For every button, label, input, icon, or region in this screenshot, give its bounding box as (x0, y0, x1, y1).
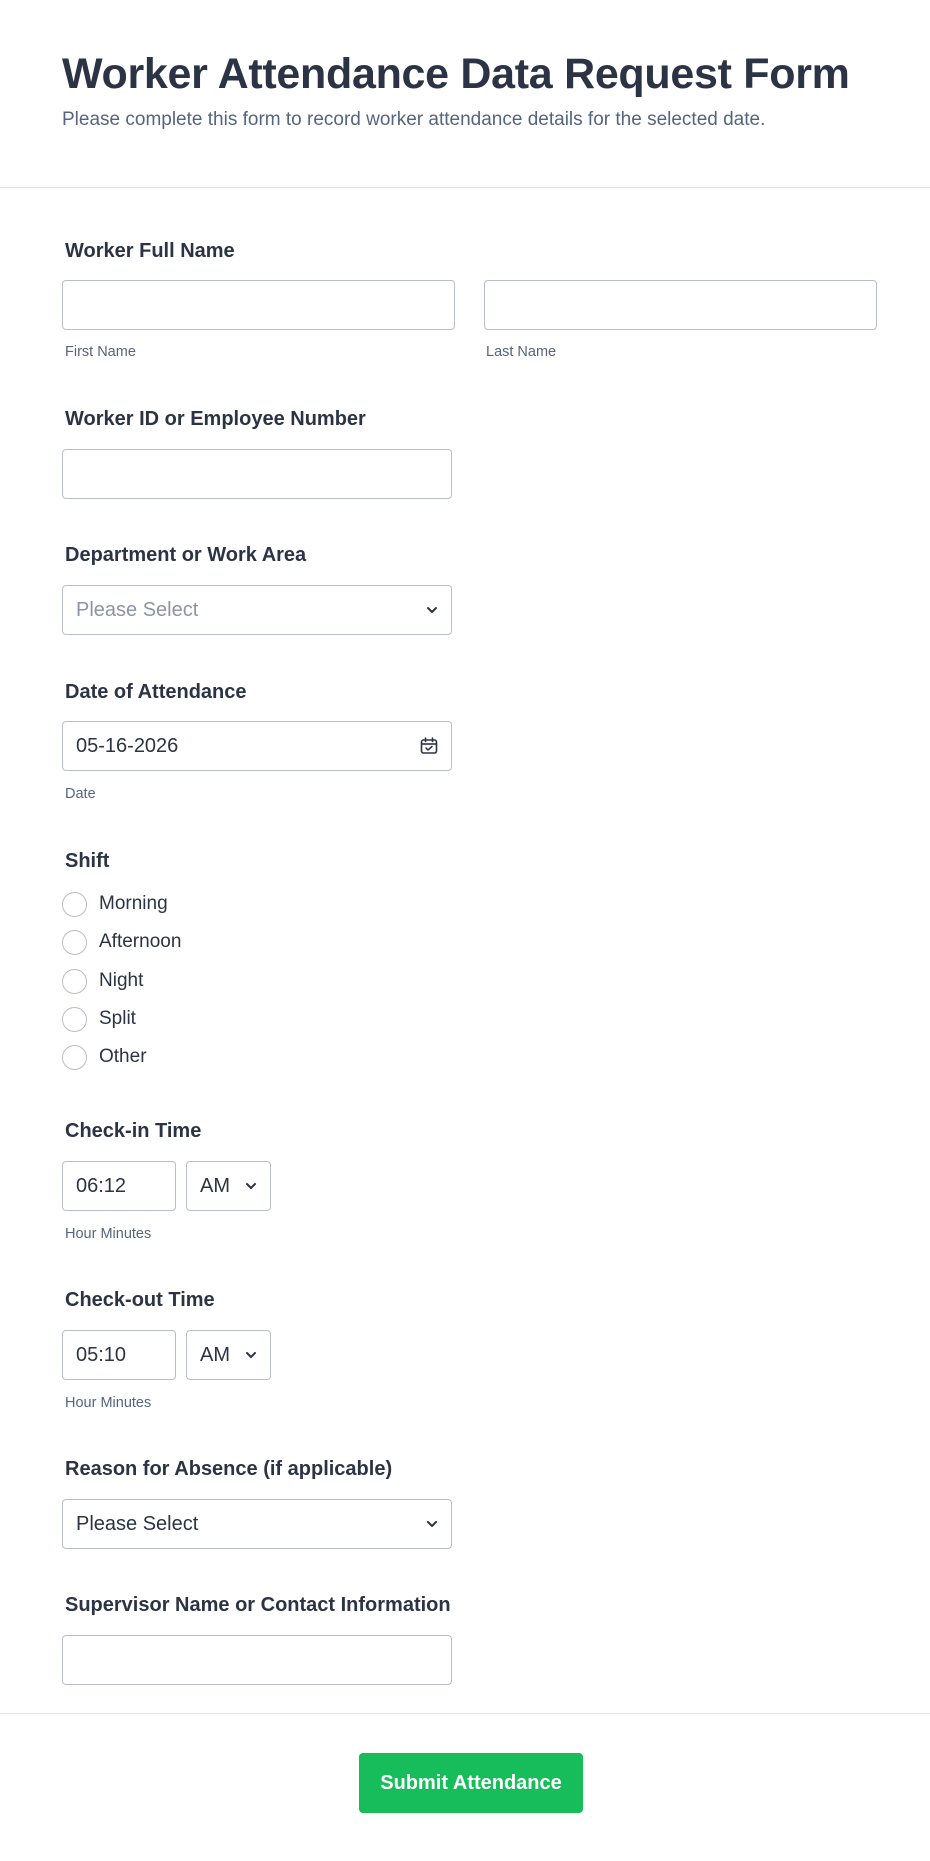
radio-button[interactable] (62, 1006, 87, 1032)
shift-option-label: Split (99, 1008, 136, 1029)
shift-option-label: Afternoon (99, 931, 182, 952)
shift-option-night[interactable]: Night (62, 968, 143, 994)
radio-button[interactable] (62, 891, 87, 917)
worker-id-label: Worker ID or Employee Number (65, 408, 366, 430)
chevron-down-icon (246, 1183, 256, 1189)
checkin-sublabel: Hour Minutes (65, 1226, 152, 1242)
calendar-icon[interactable] (419, 736, 439, 756)
checkin-ampm-select[interactable]: AM (186, 1161, 271, 1211)
radio-button[interactable] (62, 929, 87, 955)
first-name-sublabel: First Name (65, 344, 136, 360)
form-page: Worker Attendance Data Request Form Plea… (0, 0, 930, 1861)
supervisor-label: Supervisor Name or Contact Information (65, 1594, 451, 1616)
shift-option-label: Morning (99, 893, 168, 914)
shift-option-split[interactable]: Split (62, 1006, 136, 1032)
date-value: 05-16-2026 (76, 734, 179, 757)
supervisor-input[interactable] (62, 1635, 452, 1685)
last-name-sublabel: Last Name (486, 344, 557, 360)
first-name-input[interactable] (62, 280, 455, 330)
form-title: Worker Attendance Data Request Form (62, 50, 850, 98)
form-header: Worker Attendance Data Request Form Plea… (0, 0, 930, 188)
checkout-ampm-value: AM (200, 1343, 230, 1366)
chevron-down-icon (427, 607, 437, 613)
form-subtitle: Please complete this form to record work… (62, 109, 766, 130)
shift-label: Shift (65, 850, 110, 872)
worker-id-input[interactable] (62, 449, 452, 499)
checkout-sublabel: Hour Minutes (65, 1395, 152, 1411)
checkout-ampm-select[interactable]: AM (186, 1330, 271, 1380)
absence-selected-value: Please Select (76, 1512, 199, 1535)
department-select[interactable]: Please Select (62, 585, 452, 635)
date-sublabel: Date (65, 786, 96, 802)
checkout-label: Check-out Time (65, 1289, 215, 1311)
shift-option-afternoon[interactable]: Afternoon (62, 929, 181, 955)
radio-button[interactable] (62, 968, 87, 994)
checkin-time-value: 06:12 (76, 1174, 127, 1197)
department-label: Department or Work Area (65, 544, 307, 566)
chevron-down-icon (427, 1521, 437, 1527)
department-selected-value: Please Select (76, 598, 199, 621)
absence-label: Reason for Absence (if applicable) (65, 1458, 393, 1480)
radio-button[interactable] (62, 1044, 87, 1070)
date-label: Date of Attendance (65, 681, 247, 703)
shift-option-label: Other (99, 1046, 147, 1067)
last-name-input[interactable] (484, 280, 877, 330)
checkout-time-value: 05:10 (76, 1343, 127, 1366)
submit-button[interactable]: Submit Attendance (359, 1753, 583, 1813)
shift-option-morning[interactable]: Morning (62, 891, 168, 917)
date-input[interactable]: 05-16-2026 (62, 721, 452, 771)
checkout-time-input[interactable]: 05:10 (62, 1330, 176, 1380)
chevron-down-icon (246, 1352, 256, 1358)
shift-option-other[interactable]: Other (62, 1044, 147, 1070)
form-footer: Submit Attendance (0, 1713, 930, 1861)
shift-option-label: Night (99, 970, 144, 991)
checkin-time-input[interactable]: 06:12 (62, 1161, 176, 1211)
checkin-label: Check-in Time (65, 1120, 202, 1142)
checkin-ampm-value: AM (200, 1174, 230, 1197)
full-name-label: Worker Full Name (65, 240, 235, 262)
absence-select[interactable]: Please Select (62, 1499, 452, 1549)
